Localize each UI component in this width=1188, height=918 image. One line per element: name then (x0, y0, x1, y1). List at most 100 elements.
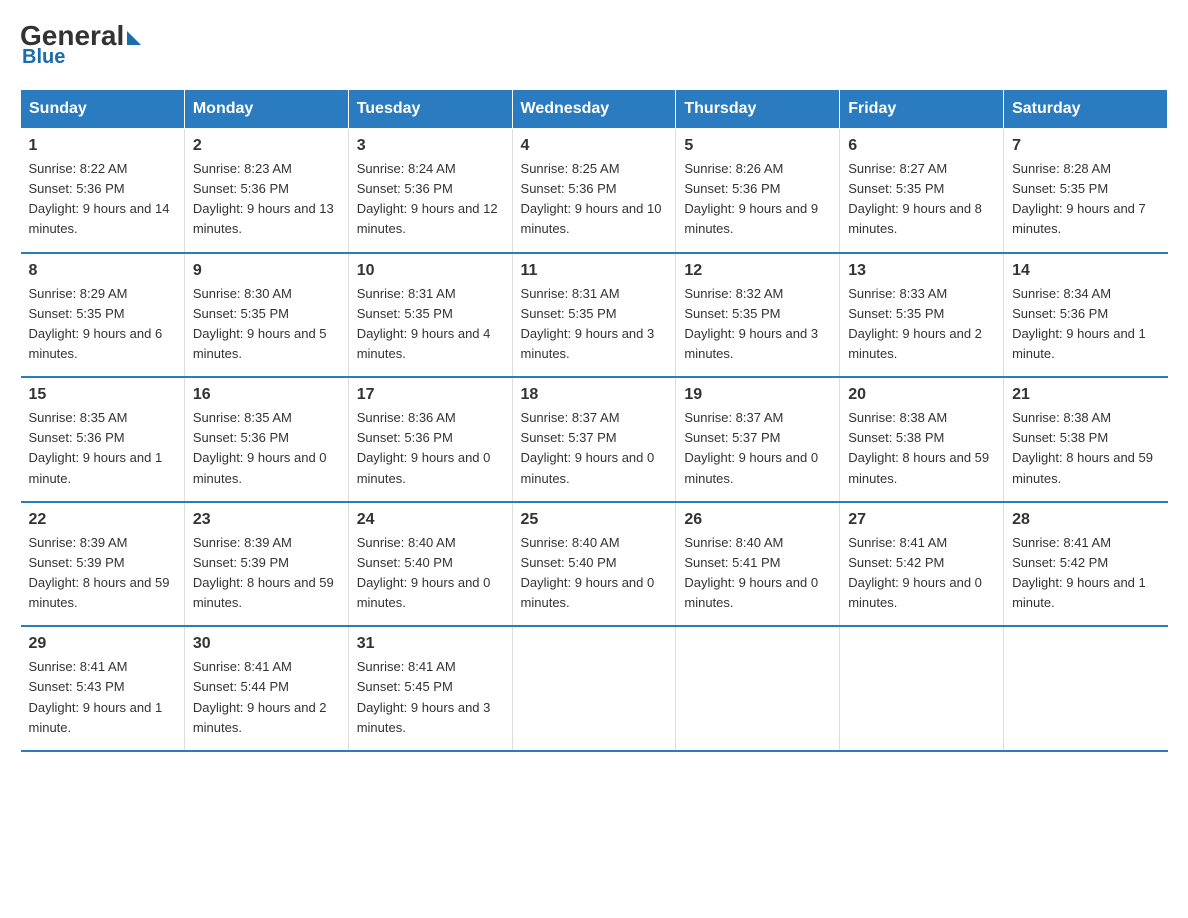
day-info: Sunrise: 8:29 AM Sunset: 5:35 PM Dayligh… (29, 284, 176, 365)
daylight-label: Daylight: 9 hours and 3 minutes. (684, 326, 818, 361)
daylight-label: Daylight: 8 hours and 59 minutes. (1012, 450, 1153, 485)
calendar-table: SundayMondayTuesdayWednesdayThursdayFrid… (20, 89, 1168, 752)
sunset-label: Sunset: 5:35 PM (29, 306, 125, 321)
day-info: Sunrise: 8:40 AM Sunset: 5:40 PM Dayligh… (521, 533, 668, 614)
day-info: Sunrise: 8:28 AM Sunset: 5:35 PM Dayligh… (1012, 159, 1159, 240)
day-info: Sunrise: 8:37 AM Sunset: 5:37 PM Dayligh… (684, 408, 831, 489)
day-number: 23 (193, 511, 340, 529)
sunset-label: Sunset: 5:36 PM (29, 430, 125, 445)
sunrise-label: Sunrise: 8:29 AM (29, 286, 128, 301)
day-info: Sunrise: 8:41 AM Sunset: 5:43 PM Dayligh… (29, 657, 176, 738)
day-number: 15 (29, 386, 176, 404)
sunrise-label: Sunrise: 8:35 AM (193, 410, 292, 425)
calendar-cell: 9 Sunrise: 8:30 AM Sunset: 5:35 PM Dayli… (184, 253, 348, 378)
day-info: Sunrise: 8:38 AM Sunset: 5:38 PM Dayligh… (1012, 408, 1159, 489)
calendar-cell: 12 Sunrise: 8:32 AM Sunset: 5:35 PM Dayl… (676, 253, 840, 378)
calendar-cell (840, 626, 1004, 751)
sunrise-label: Sunrise: 8:30 AM (193, 286, 292, 301)
day-number: 27 (848, 511, 995, 529)
sunset-label: Sunset: 5:42 PM (848, 555, 944, 570)
calendar-cell: 22 Sunrise: 8:39 AM Sunset: 5:39 PM Dayl… (21, 502, 185, 627)
calendar-cell: 25 Sunrise: 8:40 AM Sunset: 5:40 PM Dayl… (512, 502, 676, 627)
logo-blue-text: Blue (22, 46, 65, 69)
sunset-label: Sunset: 5:40 PM (521, 555, 617, 570)
sunrise-label: Sunrise: 8:39 AM (29, 535, 128, 550)
day-number: 22 (29, 511, 176, 529)
day-number: 13 (848, 262, 995, 280)
sunrise-label: Sunrise: 8:22 AM (29, 161, 128, 176)
sunset-label: Sunset: 5:35 PM (848, 181, 944, 196)
sunset-label: Sunset: 5:40 PM (357, 555, 453, 570)
sunrise-label: Sunrise: 8:40 AM (357, 535, 456, 550)
day-info: Sunrise: 8:35 AM Sunset: 5:36 PM Dayligh… (29, 408, 176, 489)
sunrise-label: Sunrise: 8:41 AM (29, 659, 128, 674)
weekday-header-row: SundayMondayTuesdayWednesdayThursdayFrid… (21, 90, 1168, 129)
sunrise-label: Sunrise: 8:36 AM (357, 410, 456, 425)
daylight-label: Daylight: 9 hours and 0 minutes. (357, 575, 491, 610)
calendar-cell: 27 Sunrise: 8:41 AM Sunset: 5:42 PM Dayl… (840, 502, 1004, 627)
day-number: 4 (521, 137, 668, 155)
calendar-cell: 16 Sunrise: 8:35 AM Sunset: 5:36 PM Dayl… (184, 377, 348, 502)
sunrise-label: Sunrise: 8:32 AM (684, 286, 783, 301)
daylight-label: Daylight: 9 hours and 6 minutes. (29, 326, 163, 361)
sunset-label: Sunset: 5:36 PM (193, 181, 289, 196)
day-info: Sunrise: 8:34 AM Sunset: 5:36 PM Dayligh… (1012, 284, 1159, 365)
sunset-label: Sunset: 5:35 PM (521, 306, 617, 321)
day-number: 10 (357, 262, 504, 280)
calendar-cell: 10 Sunrise: 8:31 AM Sunset: 5:35 PM Dayl… (348, 253, 512, 378)
sunrise-label: Sunrise: 8:33 AM (848, 286, 947, 301)
sunset-label: Sunset: 5:36 PM (357, 430, 453, 445)
sunrise-label: Sunrise: 8:37 AM (684, 410, 783, 425)
sunrise-label: Sunrise: 8:41 AM (193, 659, 292, 674)
day-number: 3 (357, 137, 504, 155)
calendar-cell: 13 Sunrise: 8:33 AM Sunset: 5:35 PM Dayl… (840, 253, 1004, 378)
calendar-cell: 2 Sunrise: 8:23 AM Sunset: 5:36 PM Dayli… (184, 129, 348, 253)
calendar-cell: 26 Sunrise: 8:40 AM Sunset: 5:41 PM Dayl… (676, 502, 840, 627)
sunrise-label: Sunrise: 8:31 AM (357, 286, 456, 301)
sunset-label: Sunset: 5:36 PM (29, 181, 125, 196)
calendar-cell: 31 Sunrise: 8:41 AM Sunset: 5:45 PM Dayl… (348, 626, 512, 751)
week-row-4: 22 Sunrise: 8:39 AM Sunset: 5:39 PM Dayl… (21, 502, 1168, 627)
daylight-label: Daylight: 8 hours and 59 minutes. (193, 575, 334, 610)
day-info: Sunrise: 8:30 AM Sunset: 5:35 PM Dayligh… (193, 284, 340, 365)
calendar-cell: 19 Sunrise: 8:37 AM Sunset: 5:37 PM Dayl… (676, 377, 840, 502)
day-number: 24 (357, 511, 504, 529)
calendar-cell (512, 626, 676, 751)
daylight-label: Daylight: 9 hours and 5 minutes. (193, 326, 327, 361)
day-number: 7 (1012, 137, 1159, 155)
day-info: Sunrise: 8:22 AM Sunset: 5:36 PM Dayligh… (29, 159, 176, 240)
daylight-label: Daylight: 8 hours and 59 minutes. (848, 450, 989, 485)
sunset-label: Sunset: 5:36 PM (357, 181, 453, 196)
day-info: Sunrise: 8:39 AM Sunset: 5:39 PM Dayligh… (193, 533, 340, 614)
logo: General Blue (20, 20, 141, 69)
calendar-cell (676, 626, 840, 751)
day-info: Sunrise: 8:31 AM Sunset: 5:35 PM Dayligh… (357, 284, 504, 365)
day-info: Sunrise: 8:40 AM Sunset: 5:40 PM Dayligh… (357, 533, 504, 614)
calendar-cell: 17 Sunrise: 8:36 AM Sunset: 5:36 PM Dayl… (348, 377, 512, 502)
day-info: Sunrise: 8:27 AM Sunset: 5:35 PM Dayligh… (848, 159, 995, 240)
calendar-cell: 24 Sunrise: 8:40 AM Sunset: 5:40 PM Dayl… (348, 502, 512, 627)
daylight-label: Daylight: 9 hours and 1 minute. (1012, 575, 1146, 610)
daylight-label: Daylight: 9 hours and 3 minutes. (521, 326, 655, 361)
sunset-label: Sunset: 5:35 PM (848, 306, 944, 321)
daylight-label: Daylight: 9 hours and 4 minutes. (357, 326, 491, 361)
sunset-label: Sunset: 5:38 PM (1012, 430, 1108, 445)
week-row-1: 1 Sunrise: 8:22 AM Sunset: 5:36 PM Dayli… (21, 129, 1168, 253)
day-number: 31 (357, 635, 504, 653)
daylight-label: Daylight: 9 hours and 8 minutes. (848, 201, 982, 236)
sunset-label: Sunset: 5:36 PM (193, 430, 289, 445)
sunrise-label: Sunrise: 8:27 AM (848, 161, 947, 176)
day-info: Sunrise: 8:25 AM Sunset: 5:36 PM Dayligh… (521, 159, 668, 240)
sunset-label: Sunset: 5:36 PM (521, 181, 617, 196)
day-number: 14 (1012, 262, 1159, 280)
daylight-label: Daylight: 8 hours and 59 minutes. (29, 575, 170, 610)
day-number: 18 (521, 386, 668, 404)
calendar-cell: 15 Sunrise: 8:35 AM Sunset: 5:36 PM Dayl… (21, 377, 185, 502)
weekday-saturday: Saturday (1004, 90, 1168, 129)
sunrise-label: Sunrise: 8:41 AM (1012, 535, 1111, 550)
day-info: Sunrise: 8:35 AM Sunset: 5:36 PM Dayligh… (193, 408, 340, 489)
day-number: 28 (1012, 511, 1159, 529)
calendar-cell: 5 Sunrise: 8:26 AM Sunset: 5:36 PM Dayli… (676, 129, 840, 253)
calendar-cell: 6 Sunrise: 8:27 AM Sunset: 5:35 PM Dayli… (840, 129, 1004, 253)
sunrise-label: Sunrise: 8:38 AM (1012, 410, 1111, 425)
